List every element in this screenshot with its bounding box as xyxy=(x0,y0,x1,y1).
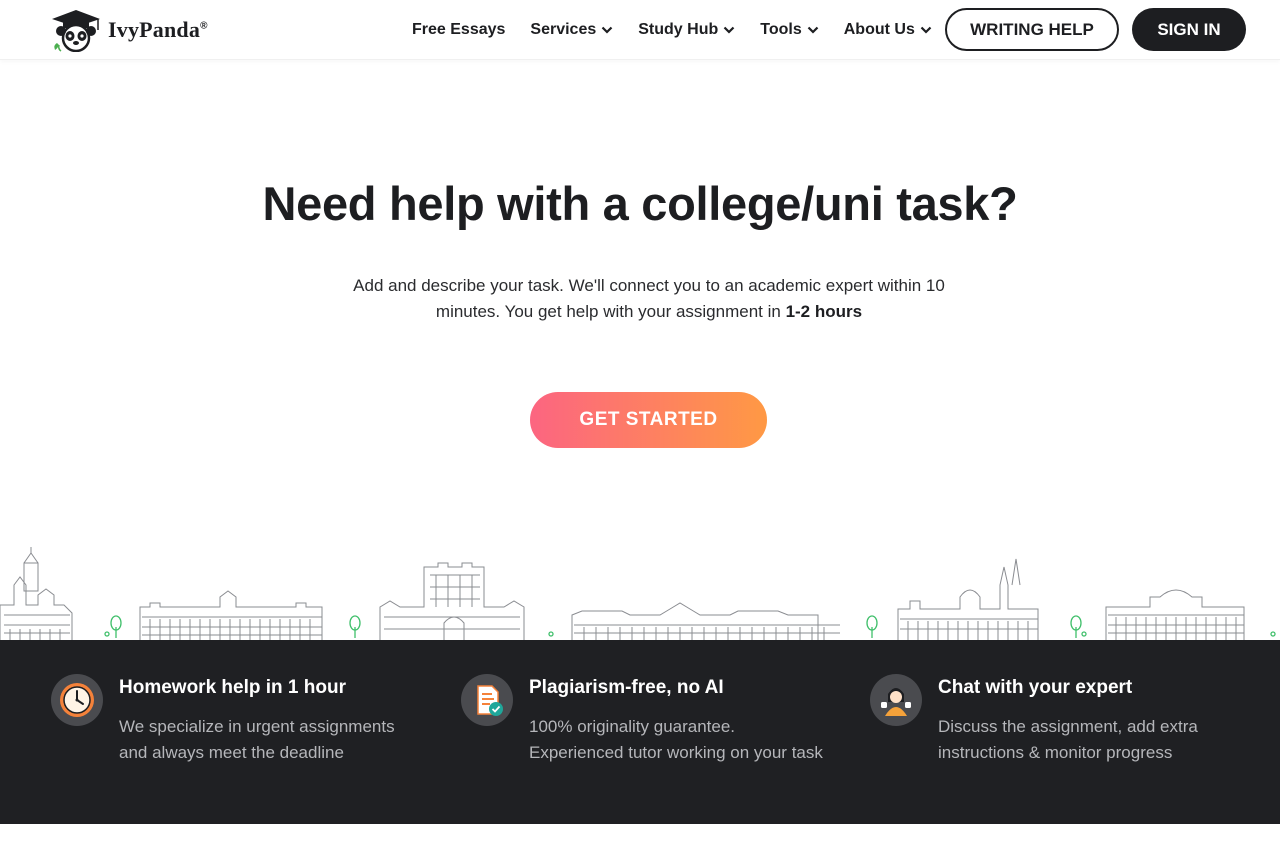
chevron-down-icon xyxy=(807,26,819,34)
nav-about-us[interactable]: About Us xyxy=(844,21,932,39)
chevron-down-icon xyxy=(601,26,613,34)
chevron-down-icon xyxy=(920,26,932,34)
main-nav: Free Essays Services Study Hub Tools Abo… xyxy=(412,0,957,60)
feature-description: Discuss the assignment, add extra instru… xyxy=(938,717,1198,762)
nav-services[interactable]: Services xyxy=(530,21,613,39)
feature-description: We specialize in urgent assignments and … xyxy=(119,717,395,762)
sign-in-button[interactable]: SIGN IN xyxy=(1132,8,1246,51)
feature-title: Homework help in 1 hour xyxy=(119,677,346,698)
hero-title: Need help with a college/uni task? xyxy=(262,177,1018,230)
nav-tools[interactable]: Tools xyxy=(760,21,819,39)
hero-subtitle-highlight: 1-2 hours xyxy=(785,302,863,321)
hero-subtitle: Add and describe your task. We'll connec… xyxy=(340,273,958,325)
nav-free-essays[interactable]: Free Essays xyxy=(412,21,505,39)
panda-logo-icon xyxy=(52,10,100,52)
chevron-down-icon xyxy=(723,26,735,34)
site-header: IvyPanda® Free Essays Services Study Hub… xyxy=(0,0,1280,60)
expert-chat-icon xyxy=(870,674,922,726)
brand-logo[interactable]: IvyPanda® xyxy=(50,8,208,52)
feature-title: Plagiarism-free, no AI xyxy=(529,677,724,698)
nav-study-hub[interactable]: Study Hub xyxy=(638,21,735,39)
campus-skyline-illustration xyxy=(0,547,1276,640)
clock-icon xyxy=(51,674,103,726)
brand-name: IvyPanda® xyxy=(108,17,208,42)
feature-title: Chat with your expert xyxy=(938,677,1133,698)
get-started-button[interactable]: GET STARTED xyxy=(530,392,767,448)
features-band: Homework help in 1 hour We specialize in… xyxy=(0,640,1280,824)
writing-help-button[interactable]: WRITING HELP xyxy=(945,8,1119,51)
document-check-icon xyxy=(461,674,513,726)
feature-description: 100% originality guarantee. Experienced … xyxy=(529,717,823,762)
